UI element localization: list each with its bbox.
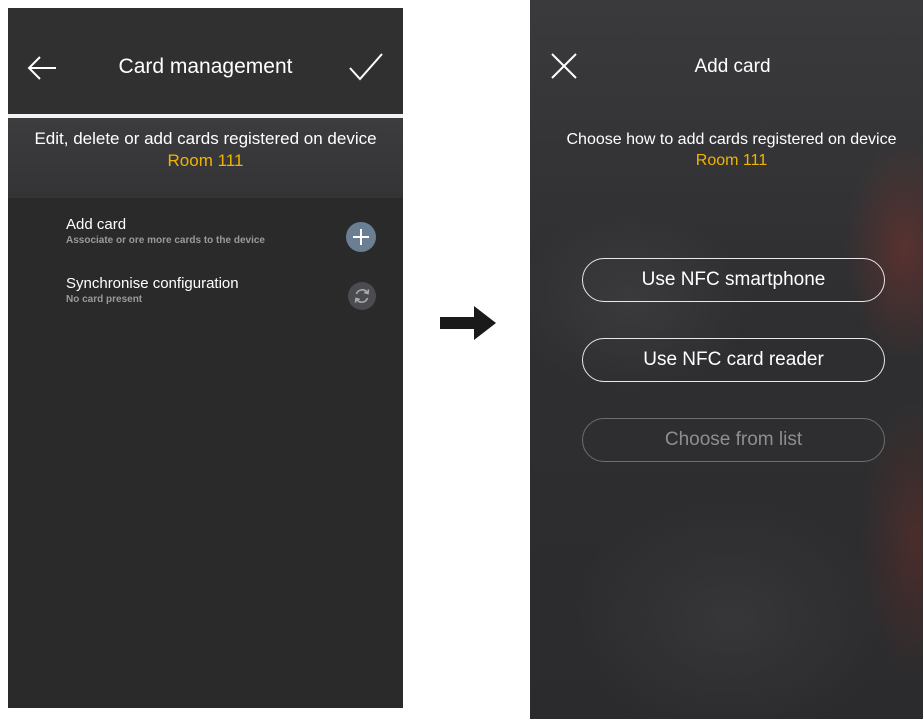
arrow-left-icon[interactable] xyxy=(26,54,58,82)
dialog-description: Choose how to add cards registered on de… xyxy=(550,129,913,171)
close-icon[interactable] xyxy=(550,52,578,80)
add-card-subtitle: Associate or ore more cards to the devic… xyxy=(66,235,265,246)
info-text: Edit, delete or add cards registered on … xyxy=(28,128,383,172)
plus-icon xyxy=(353,229,369,245)
synchronise-title: Synchronise configuration xyxy=(66,275,239,292)
card-management-screen: Card management Edit, delete or add card… xyxy=(8,8,403,708)
info-description: Edit, delete or add cards registered on … xyxy=(34,129,377,148)
add-card-button[interactable] xyxy=(346,222,376,252)
stage: Card management Edit, delete or add card… xyxy=(0,0,923,719)
header-bar: Card management xyxy=(8,8,403,114)
add-card-title: Add card xyxy=(66,216,127,233)
use-nfc-card-reader-button[interactable]: Use NFC card reader xyxy=(582,338,885,382)
dialog-info-text: Choose how to add cards registered on de… xyxy=(566,131,897,148)
checkmark-icon[interactable] xyxy=(348,52,384,82)
info-banner: Edit, delete or add cards registered on … xyxy=(8,118,403,198)
choose-from-list-button: Choose from list xyxy=(582,418,885,462)
dialog-device-name: Room 111 xyxy=(695,152,768,169)
page-title: Card management xyxy=(118,55,293,78)
add-card-screen: Add card Choose how to add cards registe… xyxy=(530,0,923,719)
device-name: Room 111 xyxy=(167,151,244,170)
arrow-right-icon xyxy=(440,306,496,340)
sync-icon xyxy=(354,289,370,303)
dialog-title: Add card xyxy=(694,56,771,77)
synchronise-button[interactable] xyxy=(348,282,376,310)
list-item-add-card[interactable]: Add card Associate or ore more cards to … xyxy=(66,216,386,247)
list-item-synchronise[interactable]: Synchronise configuration No card presen… xyxy=(66,275,386,306)
synchronise-subtitle: No card present xyxy=(66,294,143,305)
use-nfc-smartphone-button[interactable]: Use NFC smartphone xyxy=(582,258,885,302)
